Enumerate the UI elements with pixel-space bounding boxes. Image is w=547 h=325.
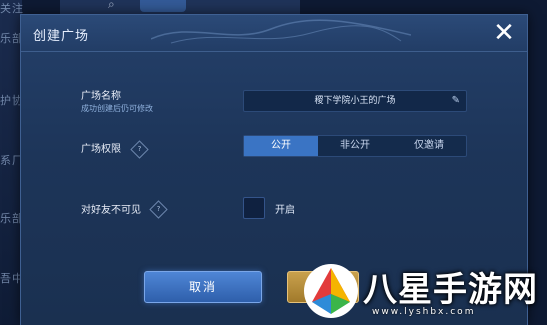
dialog-title: 创建广场 <box>33 29 90 44</box>
permission-option-invite-only[interactable]: 仅邀请 <box>392 136 466 156</box>
hide-from-friends-checkbox[interactable] <box>243 197 265 219</box>
close-button[interactable]: ✕ <box>491 20 517 47</box>
cancel-button[interactable]: 取消 <box>144 271 262 303</box>
hide-from-friends-label: 对好友不可见 <box>81 205 141 216</box>
plaza-name-value: 稷下学院小王的广场 <box>314 96 396 106</box>
background-tab <box>140 0 186 12</box>
background-top-bar: ⌕ <box>60 0 300 14</box>
plaza-name-hint: 成功创建后仍可修改 <box>81 104 153 113</box>
plaza-permission-label: 广场权限 <box>81 144 121 155</box>
watermark-url: www.lyshbx.com <box>372 307 476 317</box>
watermark-logo-icon <box>304 264 358 318</box>
search-icon: ⌕ <box>108 0 115 11</box>
help-icon[interactable]: ? <box>130 140 149 159</box>
permission-option-public[interactable]: 公开 <box>244 136 318 156</box>
permission-option-private[interactable]: 非公开 <box>318 136 392 156</box>
watermark-brand: 八星手游网 <box>363 270 538 310</box>
hide-from-friends-toggle-label: 开启 <box>275 205 295 216</box>
edit-pencil-icon[interactable]: ✎ <box>452 91 460 111</box>
help-icon[interactable]: ? <box>149 200 168 219</box>
plaza-name-input[interactable]: 稷下学院小王的广场 ✎ <box>243 90 467 112</box>
plaza-name-label: 广场名称 <box>81 91 121 102</box>
dialog-header: 创建广场 ✕ <box>21 15 527 52</box>
permission-selector[interactable]: 公开 非公开 仅邀请 <box>243 135 467 157</box>
header-ornament-icon <box>151 19 411 44</box>
